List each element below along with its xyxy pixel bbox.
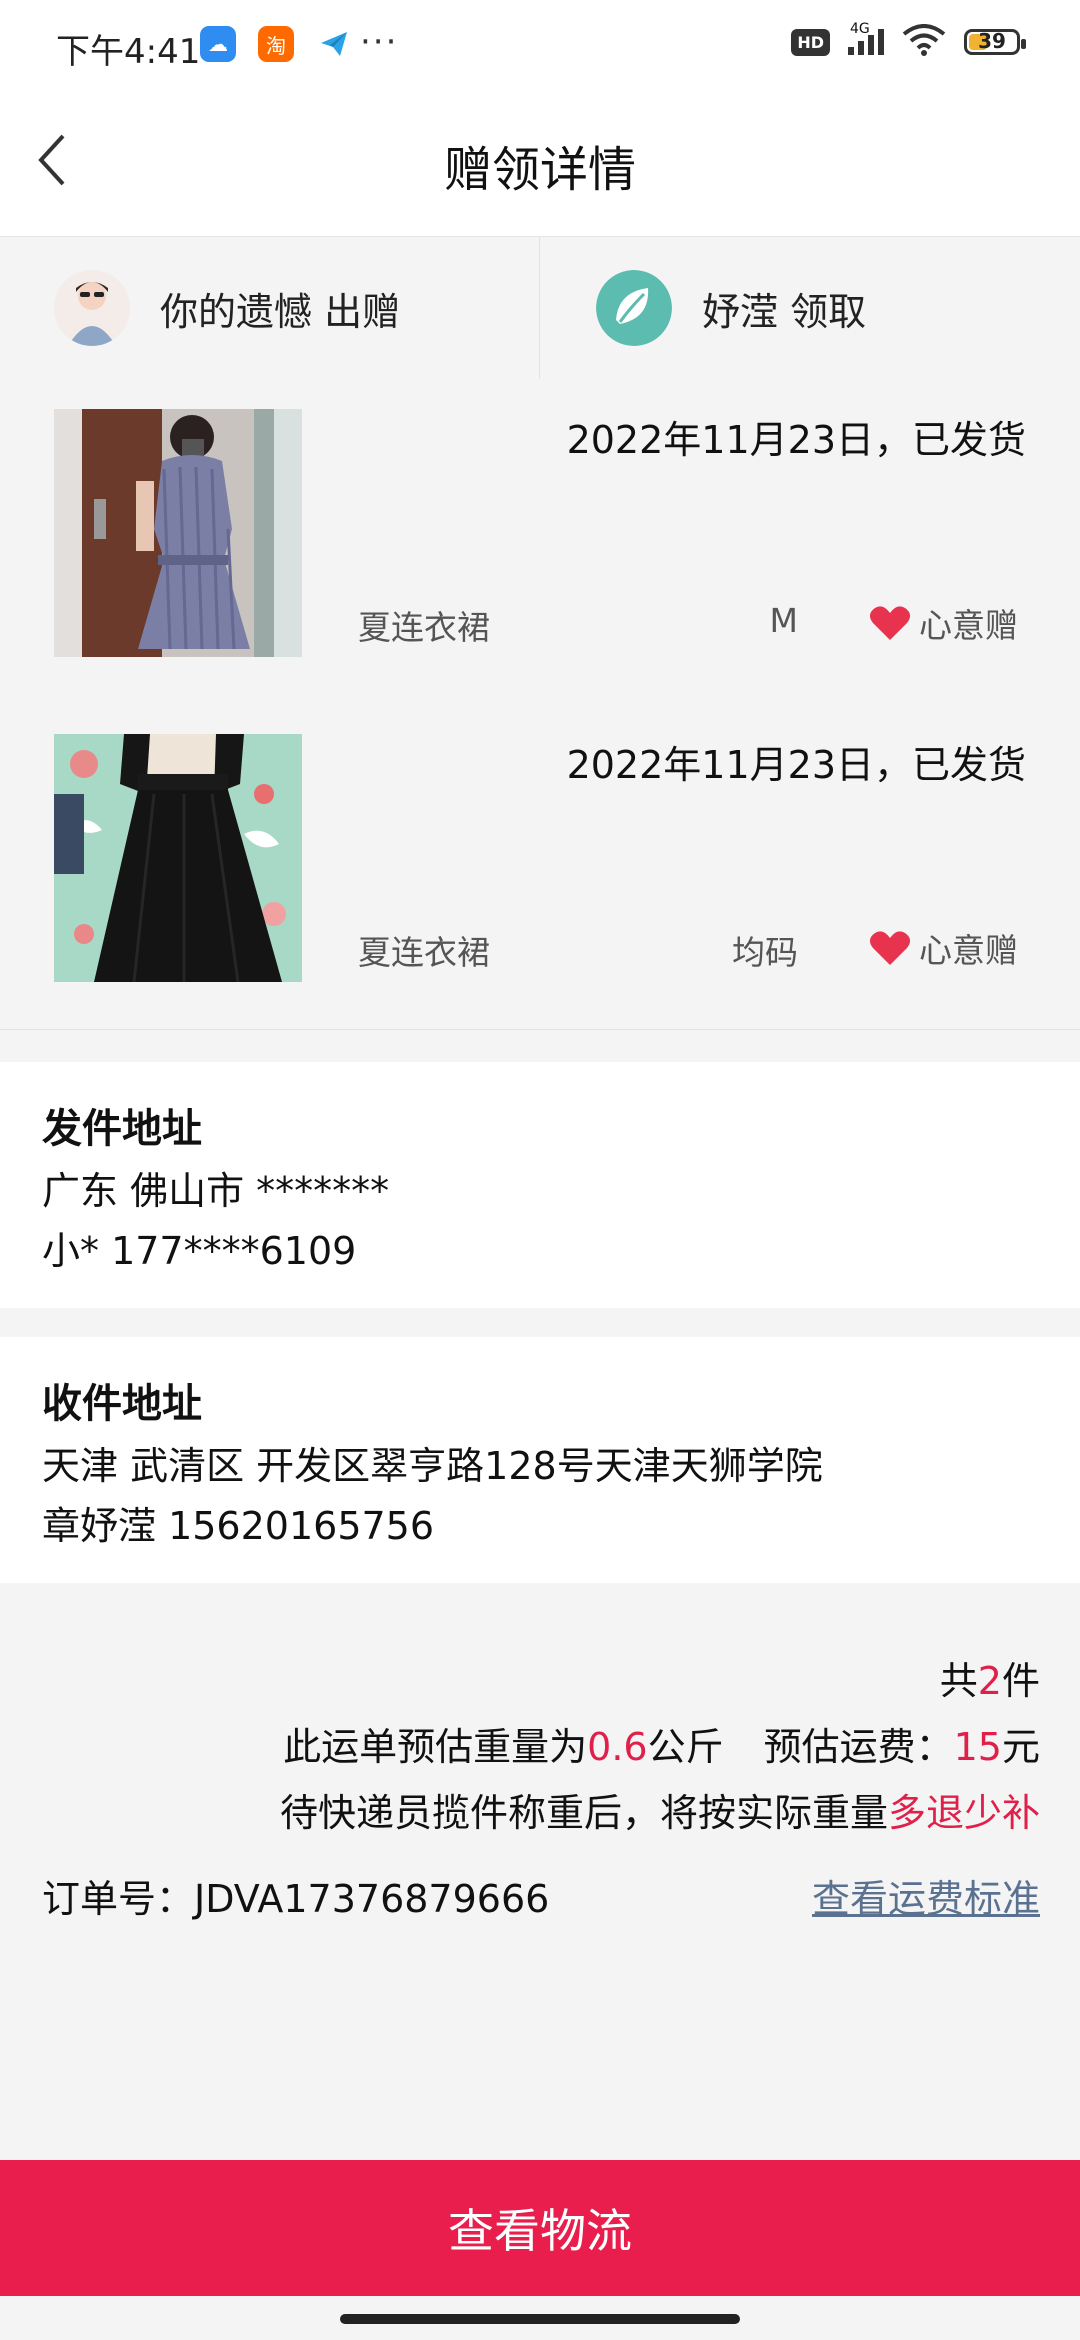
list-item[interactable]: 2022年11月23日，已发货 夏连衣裙 均码 心意赠 [0,704,1080,1030]
item-tag-label: 心意赠 [919,606,1018,645]
item-count: 共2件 [940,1650,1040,1705]
weight-prefix: 此运单预估重量为 [283,1725,588,1769]
weight-fee-line: 此运单预估重量为0.6公斤 预估运费：15元 [283,1716,1040,1771]
status-app-icons: ☁ 淘 [200,26,352,62]
note-highlight: 多退少补 [887,1791,1040,1835]
users-row: 你的遗憾 出赠 妤滢 领取 [0,236,1080,380]
weight-note: 待快递员揽件称重后，将按实际重量多退少补 [280,1782,1040,1837]
sender-address-card: 发件地址 广东 佛山市 ******* 小* 177****6109 [0,1062,1080,1308]
item-tag: 心意赠 [869,924,1018,972]
item-date: 2022年11月23日，已发货 [566,418,1026,462]
wifi-icon [902,24,946,60]
giver-cell[interactable]: 你的遗憾 出赠 [0,237,540,379]
header: 赠领详情 [0,96,1080,236]
giver-avatar [54,270,130,346]
item-size: 均码 [732,933,798,972]
count-value: 2 [977,1659,1002,1703]
receiver-title: 收件地址 [42,1381,202,1427]
giver-label: 你的遗憾 出赠 [160,289,401,334]
order-number: 订单号：JDVA17376879666 [42,1877,550,1921]
count-suffix: 件 [1001,1659,1040,1703]
sender-contact: 小* 177****6109 [42,1229,357,1273]
status-time: 下午4:41 [56,32,201,72]
receiver-address: 天津 武清区 开发区翠亨路128号天津天狮学院 [42,1444,823,1488]
item-date: 2022年11月23日，已发货 [566,743,1026,787]
list-item[interactable]: 2022年11月23日，已发货 夏连衣裙 M 心意赠 [0,379,1080,705]
item-photo [54,409,302,657]
page-title: 赠领详情 [443,142,636,198]
heart-icon [869,606,911,640]
item-name: 夏连衣裙 [358,608,490,647]
fee-unit: 元 [1001,1725,1040,1769]
note-prefix: 待快递员揽件称重后，将按实际重量 [279,1791,888,1835]
item-photo [54,734,302,982]
item-tag-label: 心意赠 [919,931,1018,970]
fee-value: 15 [953,1725,1002,1769]
battery-level: 39 [978,29,1006,53]
item-name: 夏连衣裙 [358,933,490,972]
paper-plane-icon [316,26,352,62]
cloud-app-icon: ☁ [200,26,236,62]
receiver-contact: 章妤滢 15620165756 [42,1504,435,1548]
more-notifications-icon: ··· [360,22,399,62]
status-right: HD 4G 39 [791,21,1026,60]
view-logistics-button[interactable]: 查看物流 [0,2160,1080,2296]
sender-title: 发件地址 [42,1106,202,1152]
weight-unit: 公斤 [647,1725,724,1769]
receiver-avatar [596,270,672,346]
count-prefix: 共 [939,1659,978,1703]
receiver-cell[interactable]: 妤滢 领取 [540,237,1080,379]
item-size: M [769,601,798,640]
receiver-label: 妤滢 领取 [702,289,867,334]
taobao-app-icon: 淘 [258,26,294,62]
network-type: 4G [850,21,870,37]
weight-value: 0.6 [587,1725,648,1769]
fee-standard-link[interactable]: 查看运费标准 [812,1868,1040,1923]
receiver-address-card: 收件地址 天津 武清区 开发区翠亨路128号天津天狮学院 章妤滢 1562016… [0,1337,1080,1583]
battery-icon: 39 [964,29,1026,55]
fee-prefix: 预估运费： [763,1725,954,1769]
hd-badge: HD [791,28,830,56]
heart-icon [869,931,911,965]
home-indicator[interactable] [340,2314,740,2324]
item-tag: 心意赠 [869,599,1018,647]
sender-address: 广东 佛山市 ******* [42,1169,390,1213]
status-bar: 下午4:41 ☁ 淘 ··· HD 4G 39 [0,0,1080,96]
signal-icon: 4G [848,21,884,55]
